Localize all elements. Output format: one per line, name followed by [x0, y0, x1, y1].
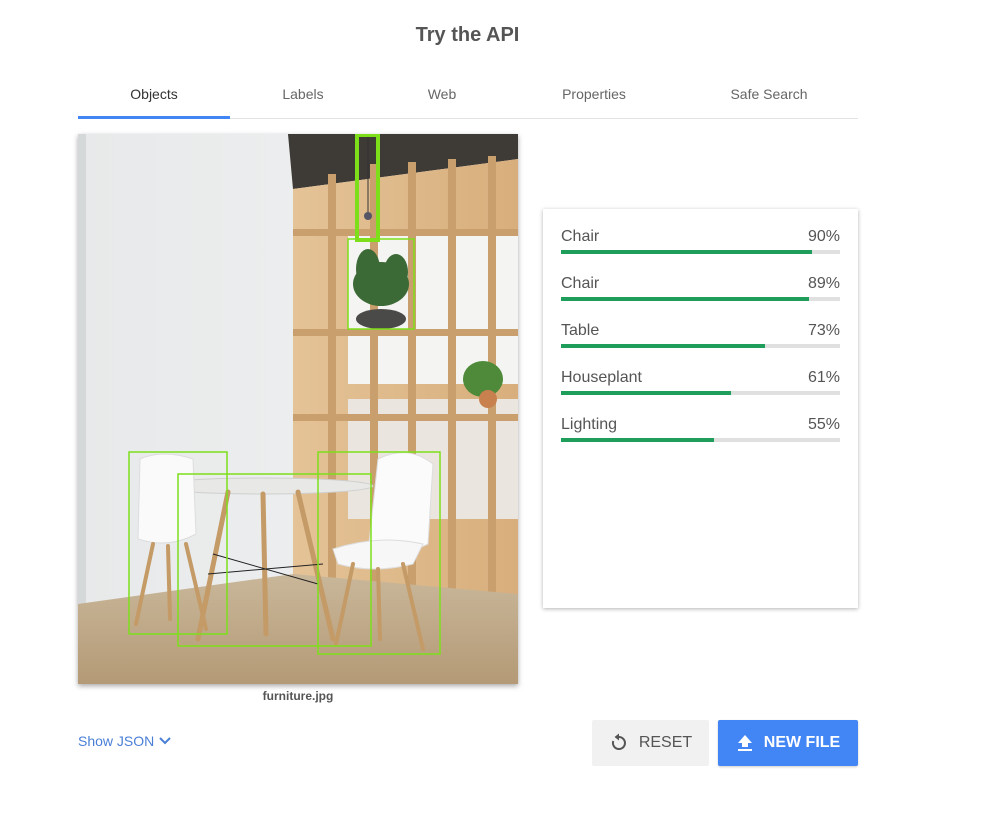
score-bar	[561, 297, 840, 301]
reset-icon	[611, 733, 626, 750]
result-percent: 55%	[807, 416, 840, 433]
result-label: Table	[561, 322, 600, 339]
show-json-label: Show JSON	[78, 733, 155, 749]
result-percent: 61%	[807, 369, 840, 386]
result-percent: 73%	[807, 322, 840, 339]
score-fill	[561, 391, 732, 395]
score-fill	[561, 344, 765, 348]
reset-button[interactable]: RESET	[592, 720, 709, 766]
new-file-label: NEW FILE	[763, 734, 841, 751]
result-label: Chair	[561, 228, 600, 245]
tab-labels[interactable]: Labels	[230, 82, 376, 118]
image-filename: furniture.jpg	[262, 689, 334, 703]
tab-safe-search[interactable]: Safe Search	[680, 82, 858, 118]
tab-objects[interactable]: Objects	[78, 82, 230, 119]
result-percent: 89%	[807, 275, 840, 292]
tab-bar: Objects Labels Web Properties Safe Searc…	[78, 82, 858, 119]
tab-web[interactable]: Web	[376, 82, 508, 118]
show-json-toggle[interactable]: Show JSON	[78, 733, 172, 749]
chevron-down-icon	[159, 737, 171, 745]
result-label: Chair	[561, 275, 600, 292]
result-percent: 90%	[807, 228, 840, 245]
analyzed-image	[78, 134, 518, 684]
score-bar	[561, 391, 840, 395]
score-bar	[561, 438, 840, 442]
result-label: Houseplant	[561, 369, 642, 386]
reset-label: RESET	[638, 734, 693, 751]
score-fill	[561, 438, 715, 442]
new-file-button[interactable]: NEW FILE	[718, 720, 858, 766]
results-panel: Chair 90% Chair 89% Table 73% Houseplant…	[543, 209, 858, 608]
page-title: Try the API	[415, 24, 520, 46]
tab-properties[interactable]: Properties	[508, 82, 680, 118]
result-label: Lighting	[561, 416, 618, 433]
score-fill	[561, 250, 813, 254]
upload-icon	[737, 735, 752, 751]
score-fill	[561, 297, 810, 301]
score-bar	[561, 344, 840, 348]
score-bar	[561, 250, 840, 254]
